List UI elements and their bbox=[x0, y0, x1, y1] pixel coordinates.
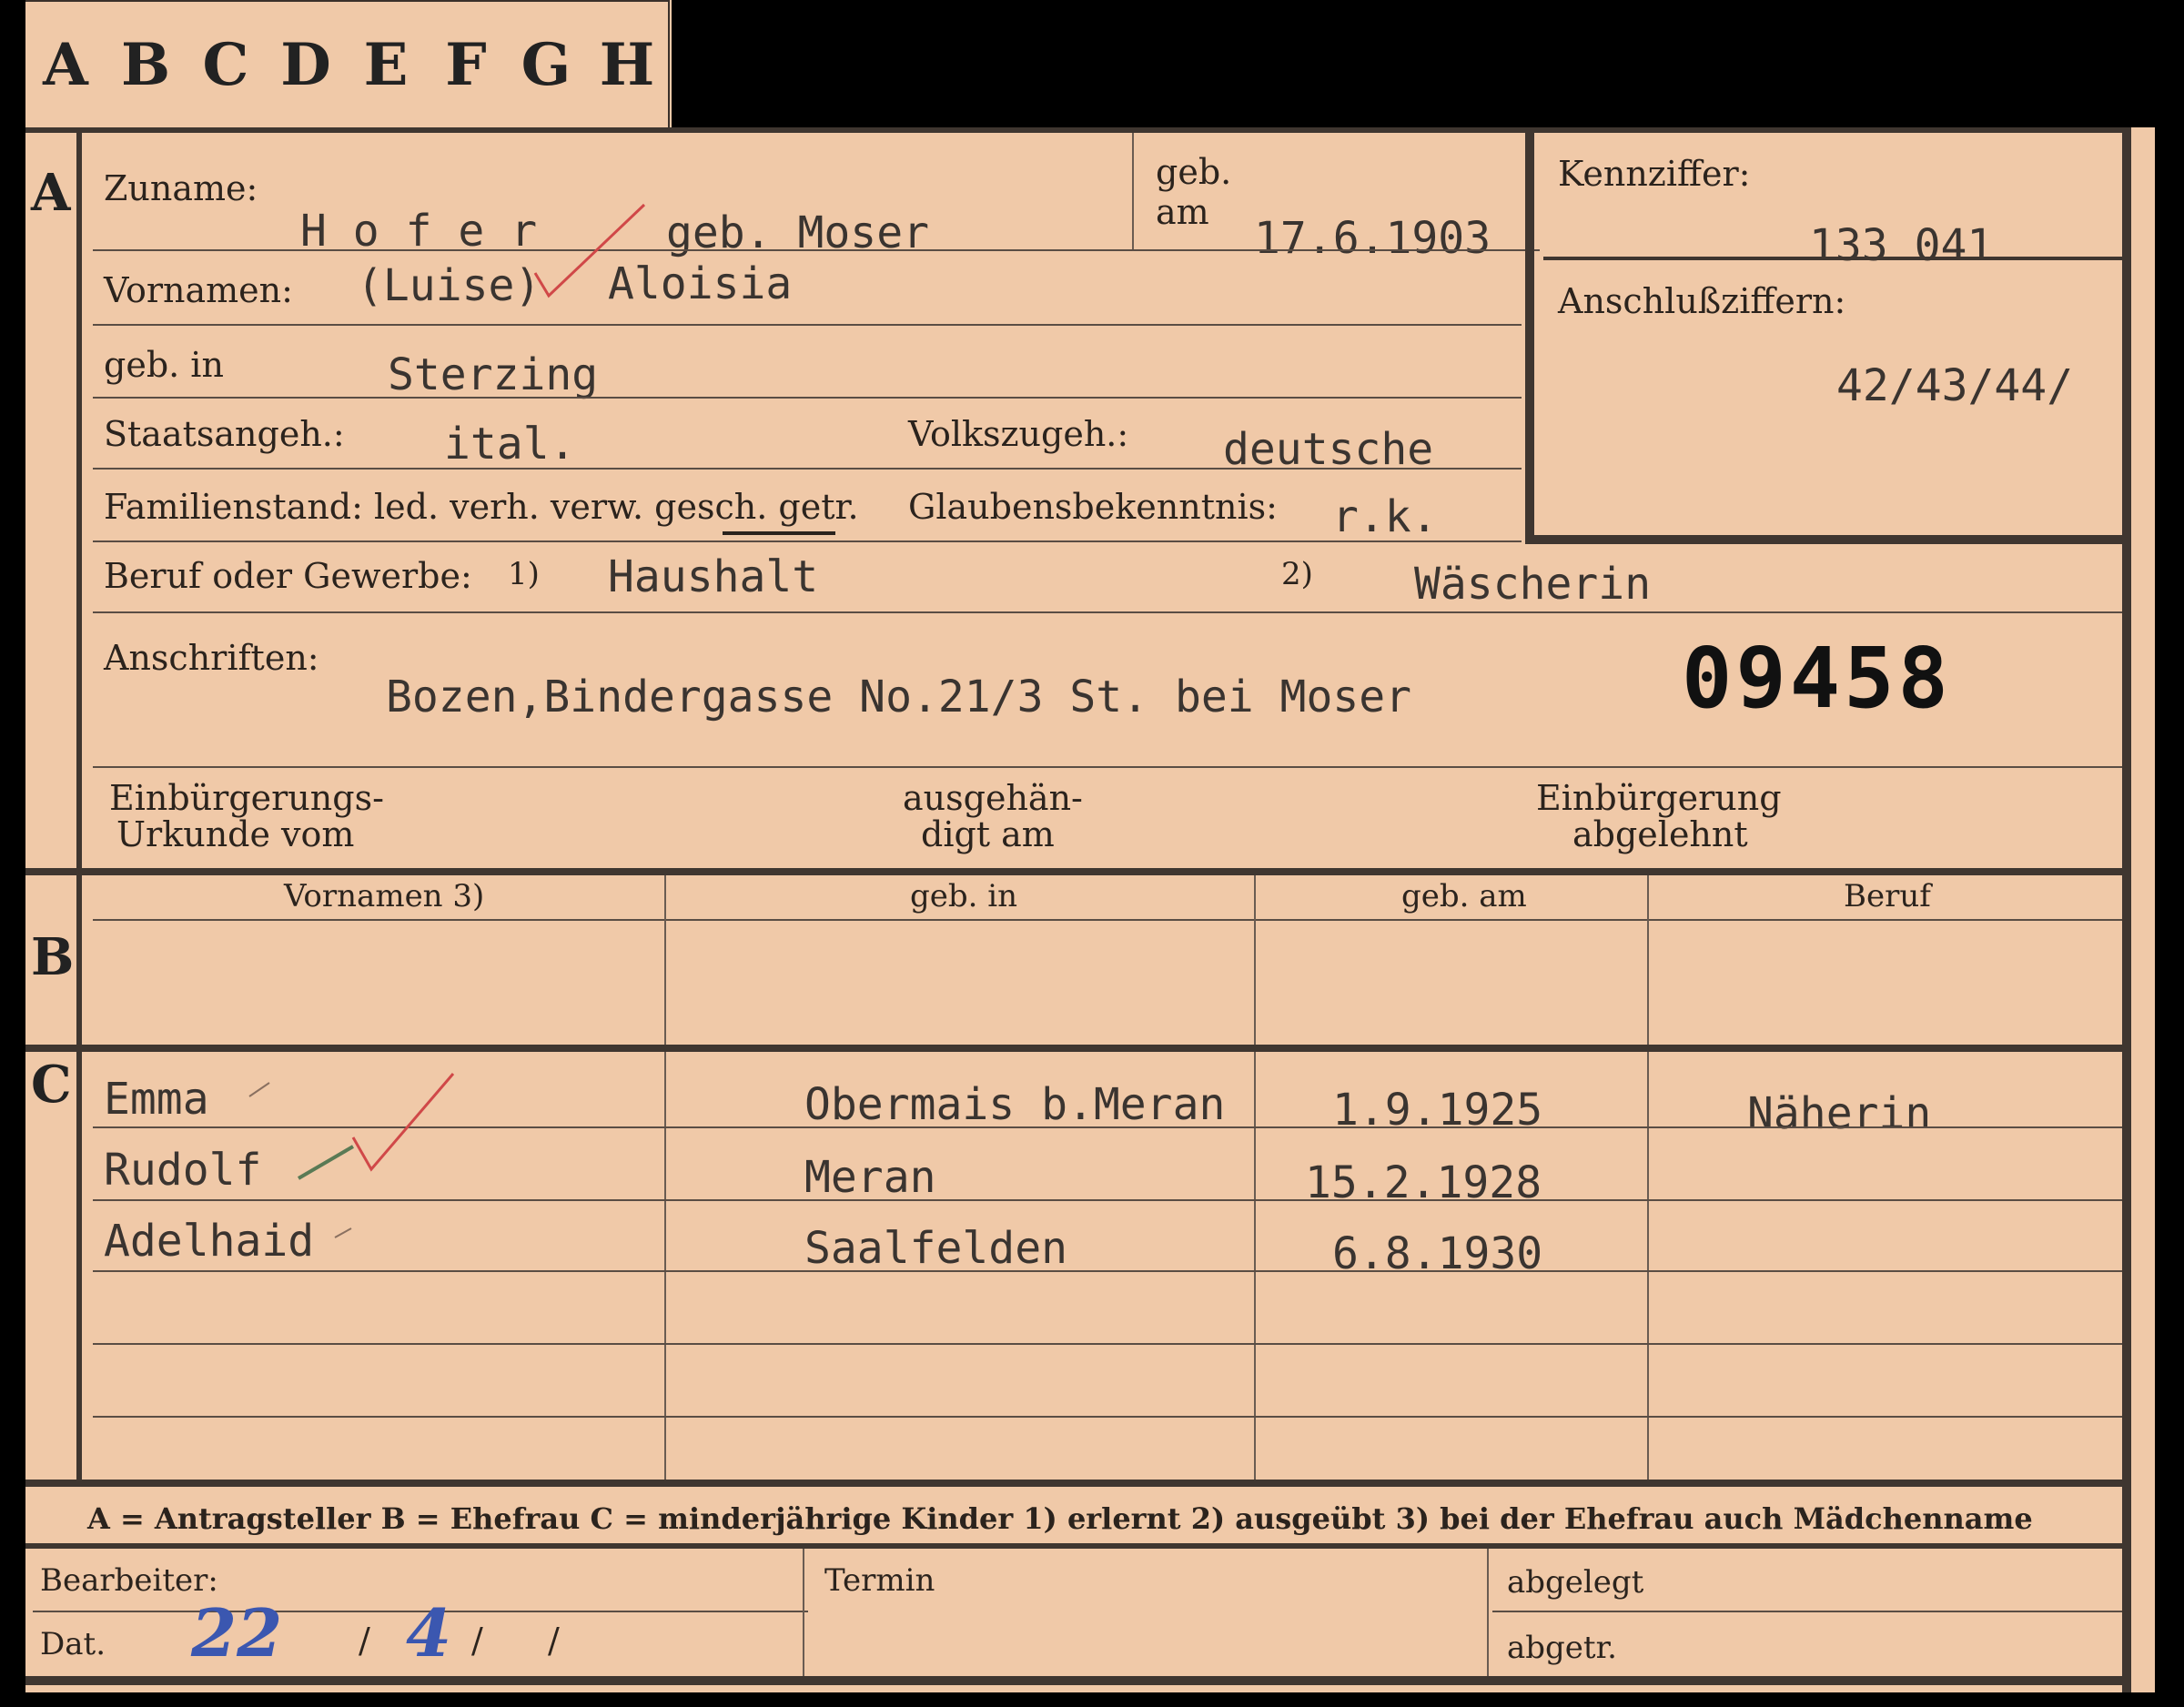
red-check-surname bbox=[533, 203, 646, 298]
tick-adelhaid bbox=[334, 1227, 352, 1238]
green-tick-rudolf bbox=[297, 1145, 355, 1180]
index-card: A B C D E F G H A B C Zuname: H o f e r … bbox=[25, 0, 2164, 1692]
red-check-children bbox=[351, 1073, 455, 1172]
pencil-check-marks bbox=[248, 203, 646, 1238]
tick-emma bbox=[248, 1082, 270, 1097]
